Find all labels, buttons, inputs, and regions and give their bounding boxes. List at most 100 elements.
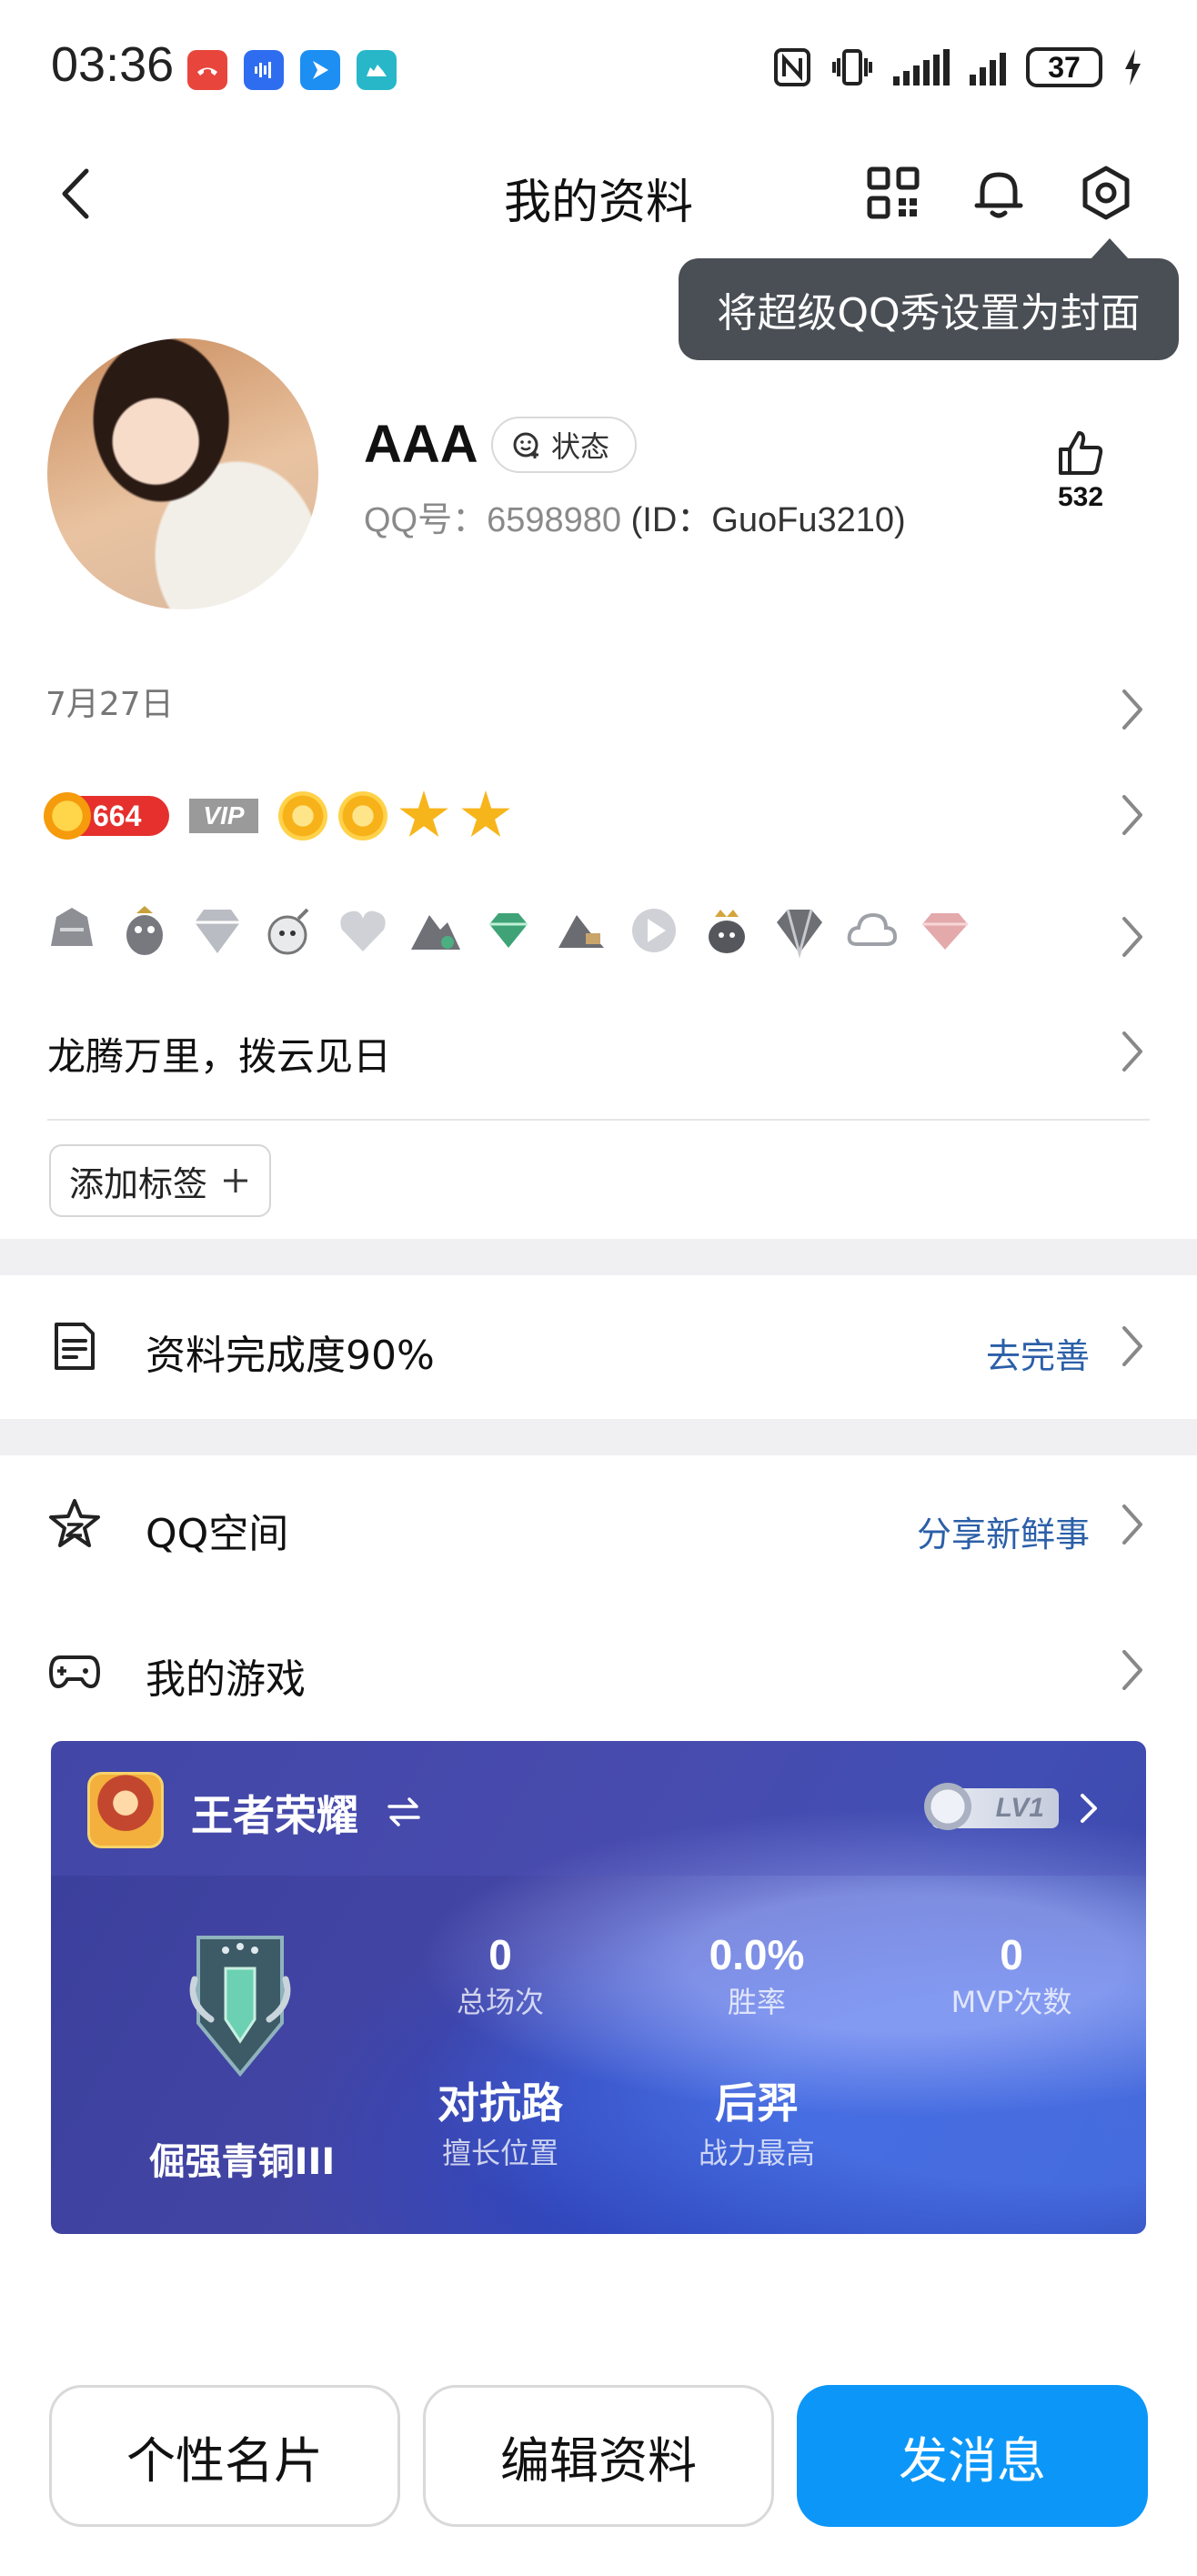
qzone-action[interactable]: 分享新鲜事 xyxy=(917,1506,1090,1556)
pink-diamond-badge-icon xyxy=(922,913,968,950)
chevron-right-icon[interactable] xyxy=(1113,1321,1150,1372)
status-time: 03:36 xyxy=(51,37,175,92)
level-number: 664 xyxy=(93,799,142,832)
document-icon xyxy=(55,1323,95,1370)
edit-profile-label: 编辑资料 xyxy=(500,2431,697,2490)
chevron-right-icon[interactable] xyxy=(1113,1499,1150,1550)
stat-value: 0.0% xyxy=(709,1931,805,1978)
stat-caption: 擅长位置 xyxy=(441,2136,558,2170)
bell-icon[interactable] xyxy=(970,164,1028,222)
vip-row[interactable]: 664 VIP xyxy=(44,784,511,848)
tooltip-arrow xyxy=(1090,238,1130,260)
level-icons xyxy=(278,790,511,841)
signal-icon xyxy=(970,49,1006,86)
status-button[interactable]: 状态 xyxy=(491,417,638,473)
qzone-label: QQ空间 xyxy=(146,1511,289,1557)
rank-name: 倔强青铜III xyxy=(148,2141,336,2183)
like-count: 532 xyxy=(1057,482,1104,512)
divider xyxy=(47,1119,1150,1121)
add-tag-button[interactable]: 添加标签 xyxy=(49,1144,271,1217)
stat-top-hero: 后羿 战力最高 xyxy=(648,2070,866,2172)
voice-memo-icon xyxy=(244,50,284,90)
stat-caption: MVP次数 xyxy=(951,1985,1072,2019)
stat-caption: 战力最高 xyxy=(698,2136,815,2170)
rank-emblem-icon xyxy=(189,1936,291,2078)
battery-level: 37 xyxy=(1048,50,1081,84)
bomb-badge-icon xyxy=(267,908,309,955)
qq-id: (ID：GuoFu3210) xyxy=(630,501,906,539)
game-name: 王者荣耀 xyxy=(191,1791,358,1840)
profile-completion-row[interactable]: 资料完成度90% 去完善 xyxy=(0,1292,1197,1401)
tooltip-text: 将超级QQ秀设置为封面 xyxy=(717,290,1141,337)
cloud-badge-icon xyxy=(847,912,898,946)
stat-caption: 总场次 xyxy=(456,1985,544,2019)
missed-call-icon xyxy=(187,50,227,90)
add-tag-label: 添加标签 xyxy=(68,1163,207,1204)
completion-label: 资料完成度90% xyxy=(146,1333,435,1379)
level-helmet-icon xyxy=(924,1783,971,1830)
stat-caption: 胜率 xyxy=(727,1985,786,2019)
camel-app-icon xyxy=(357,50,397,90)
edit-profile-button[interactable]: 编辑资料 xyxy=(423,2385,774,2527)
sun-icon xyxy=(278,791,327,840)
vibrate-icon xyxy=(832,49,872,86)
charging-icon xyxy=(1125,49,1141,86)
qr-code-icon[interactable] xyxy=(864,164,922,222)
game-card[interactable]: 王者荣耀 LV1 倔强青铜III 0 总场次 0.0% 胜率 0 MVP次数 对… xyxy=(51,1741,1146,2234)
section-gap xyxy=(0,1419,1197,1455)
section-gap xyxy=(0,1239,1197,1275)
honor-of-kings-logo xyxy=(87,1772,164,1848)
profile-card-button[interactable]: 个性名片 xyxy=(49,2385,400,2527)
signal-icon xyxy=(893,49,950,86)
gem-badge-icon xyxy=(489,913,528,948)
stat-value: 0 xyxy=(488,1931,512,1978)
status-indicators: 37 xyxy=(773,47,1142,87)
game-level: LV1 xyxy=(995,1793,1044,1823)
chevron-right-icon[interactable] xyxy=(1113,911,1150,962)
avatar[interactable] xyxy=(47,338,318,609)
switch-icon[interactable] xyxy=(384,1794,424,1830)
mountain-badge-icon xyxy=(411,915,460,950)
status-face-icon xyxy=(513,432,538,458)
stat-value: 对抗路 xyxy=(438,2078,563,2128)
qq-number-line: QQ号：6598980 (ID：GuoFu3210) xyxy=(364,491,906,541)
qzone-row[interactable]: QQ空间 分享新鲜事 xyxy=(0,1470,1197,1579)
gear-icon[interactable] xyxy=(1077,164,1135,222)
stat-value: 后羿 xyxy=(715,2078,799,2128)
coin-icon xyxy=(44,792,91,840)
chevron-right-icon[interactable] xyxy=(1113,1026,1150,1077)
chevron-right-icon[interactable] xyxy=(1113,790,1150,840)
badges-row[interactable] xyxy=(44,899,973,962)
arrow-app-icon xyxy=(300,50,340,90)
diamond-badge-icon xyxy=(195,910,240,953)
like-button[interactable]: 532 xyxy=(1044,428,1117,513)
hill-badge-icon xyxy=(558,915,604,948)
send-message-label: 发消息 xyxy=(899,2431,1046,2490)
chevron-right-icon[interactable] xyxy=(1113,1645,1150,1696)
king-badge-icon xyxy=(709,910,745,953)
level-badge: 664 xyxy=(44,792,169,840)
send-message-button[interactable]: 发消息 xyxy=(797,2385,1148,2527)
stat-win-rate: 0.0% 胜率 xyxy=(648,1930,866,2021)
play-badge-icon xyxy=(632,909,676,952)
my-games-row[interactable]: 我的游戏 xyxy=(0,1615,1197,1725)
star-icon xyxy=(461,790,510,837)
qzone-star-icon xyxy=(49,1499,100,1547)
stat-best-position: 对抗路 擅长位置 xyxy=(391,2070,609,2172)
qq-number: 6598980 xyxy=(487,501,622,539)
completion-action[interactable]: 去完善 xyxy=(986,1328,1090,1378)
signature[interactable]: 龙腾万里，拨云见日 xyxy=(47,1026,391,1082)
crystal-badge-icon xyxy=(777,909,822,959)
nfc-icon xyxy=(774,48,810,86)
status-bar: 03:36 37 xyxy=(0,0,1197,136)
nickname: AAA xyxy=(364,415,478,474)
helmet-badge-icon xyxy=(51,908,93,946)
cover-tooltip[interactable]: 将超级QQ秀设置为封面 xyxy=(679,258,1179,360)
stat-mvp-count: 0 MVP次数 xyxy=(902,1930,1121,2021)
profile-screen: 03:36 37 我的资料 将超级QQ秀设置为封面 AAA 状态 QQ号：659… xyxy=(0,0,1197,2576)
battery-icon: 37 xyxy=(1026,47,1102,87)
star-icon xyxy=(399,790,448,837)
chevron-right-icon[interactable] xyxy=(1075,1788,1102,1828)
penguin-badge-icon xyxy=(126,906,163,955)
chevron-right-icon[interactable] xyxy=(1113,684,1150,735)
